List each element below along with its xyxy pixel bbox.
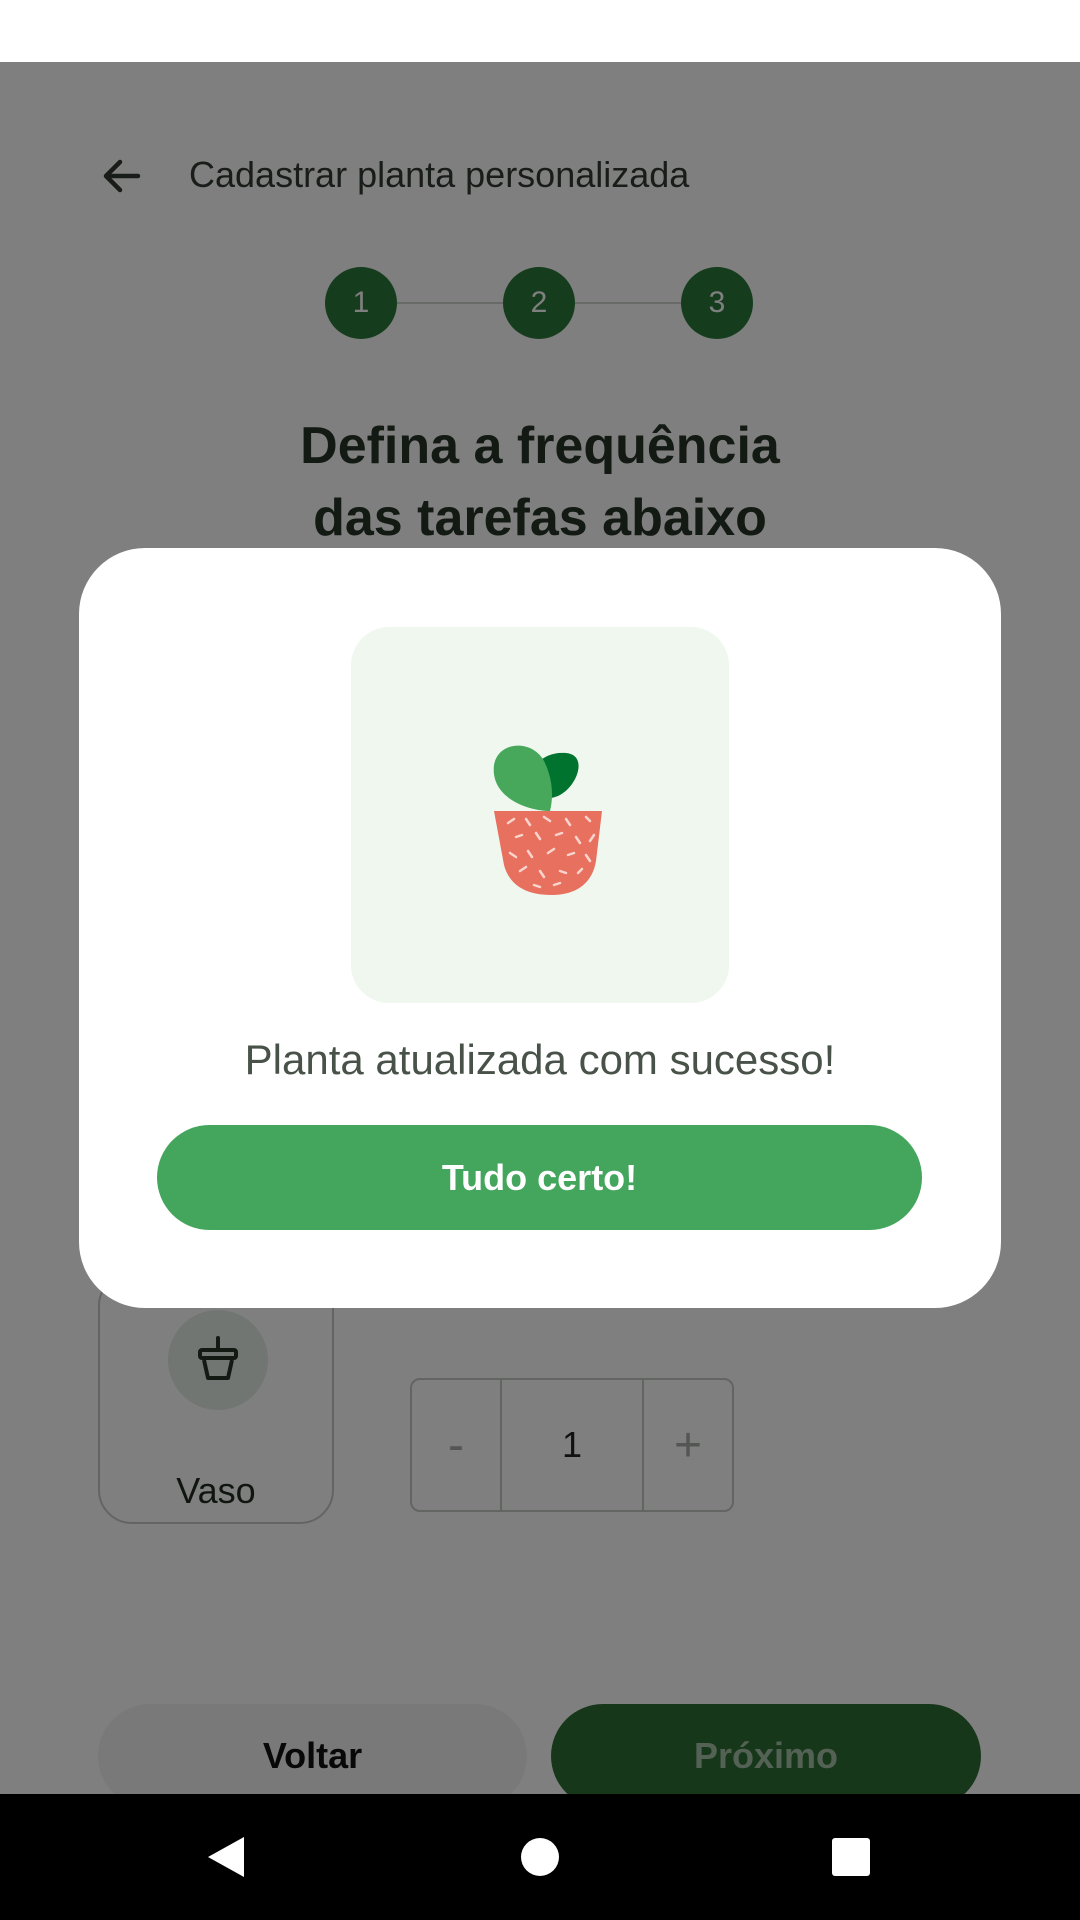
triangle-back-icon <box>208 1837 244 1877</box>
dialog-message: Planta atualizada com sucesso! <box>244 1036 836 1083</box>
nav-home-button[interactable] <box>497 1814 583 1900</box>
plant-illustration <box>351 627 729 1003</box>
square-recents-icon <box>832 1838 870 1876</box>
confirm-button[interactable]: Tudo certo! <box>157 1125 922 1230</box>
nav-recents-button[interactable] <box>808 1814 894 1900</box>
potted-plant-icon <box>493 745 602 895</box>
system-navigation-bar <box>0 1794 1080 1920</box>
circle-home-icon <box>521 1838 559 1876</box>
nav-back-button[interactable] <box>183 1814 269 1900</box>
status-bar <box>0 0 1080 62</box>
success-dialog: Planta atualizada com sucesso! Tudo cert… <box>79 548 1001 1308</box>
